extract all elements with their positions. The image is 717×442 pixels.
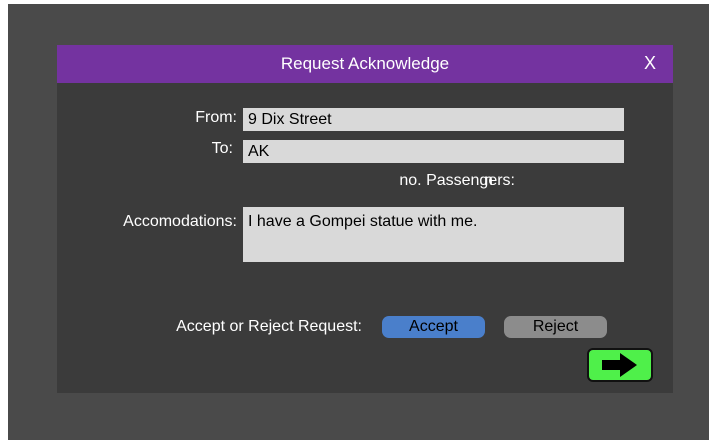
right-arrow-icon	[602, 353, 637, 377]
accommodations-field[interactable]: I have a Gompei statue with me.	[243, 207, 624, 262]
reject-button[interactable]: Reject	[504, 316, 607, 338]
accept-reject-prompt: Accept or Reject Request:	[176, 318, 362, 335]
request-acknowledge-dialog: Request Acknowledge X From: 9 Dix Street…	[57, 45, 673, 393]
to-label: To:	[211, 140, 233, 157]
dialog-title-bar: Request Acknowledge X	[57, 45, 673, 83]
from-field[interactable]: 9 Dix Street	[243, 108, 624, 131]
accept-button[interactable]: Accept	[382, 316, 485, 338]
from-label: From:	[195, 109, 237, 126]
accommodations-label: Accomodations:	[123, 213, 237, 230]
next-button[interactable]	[587, 348, 653, 382]
close-button[interactable]: X	[644, 53, 656, 74]
to-field[interactable]: AK	[243, 140, 624, 163]
dialog-title: Request Acknowledge	[280, 54, 450, 73]
passengers-value: n	[484, 172, 493, 189]
